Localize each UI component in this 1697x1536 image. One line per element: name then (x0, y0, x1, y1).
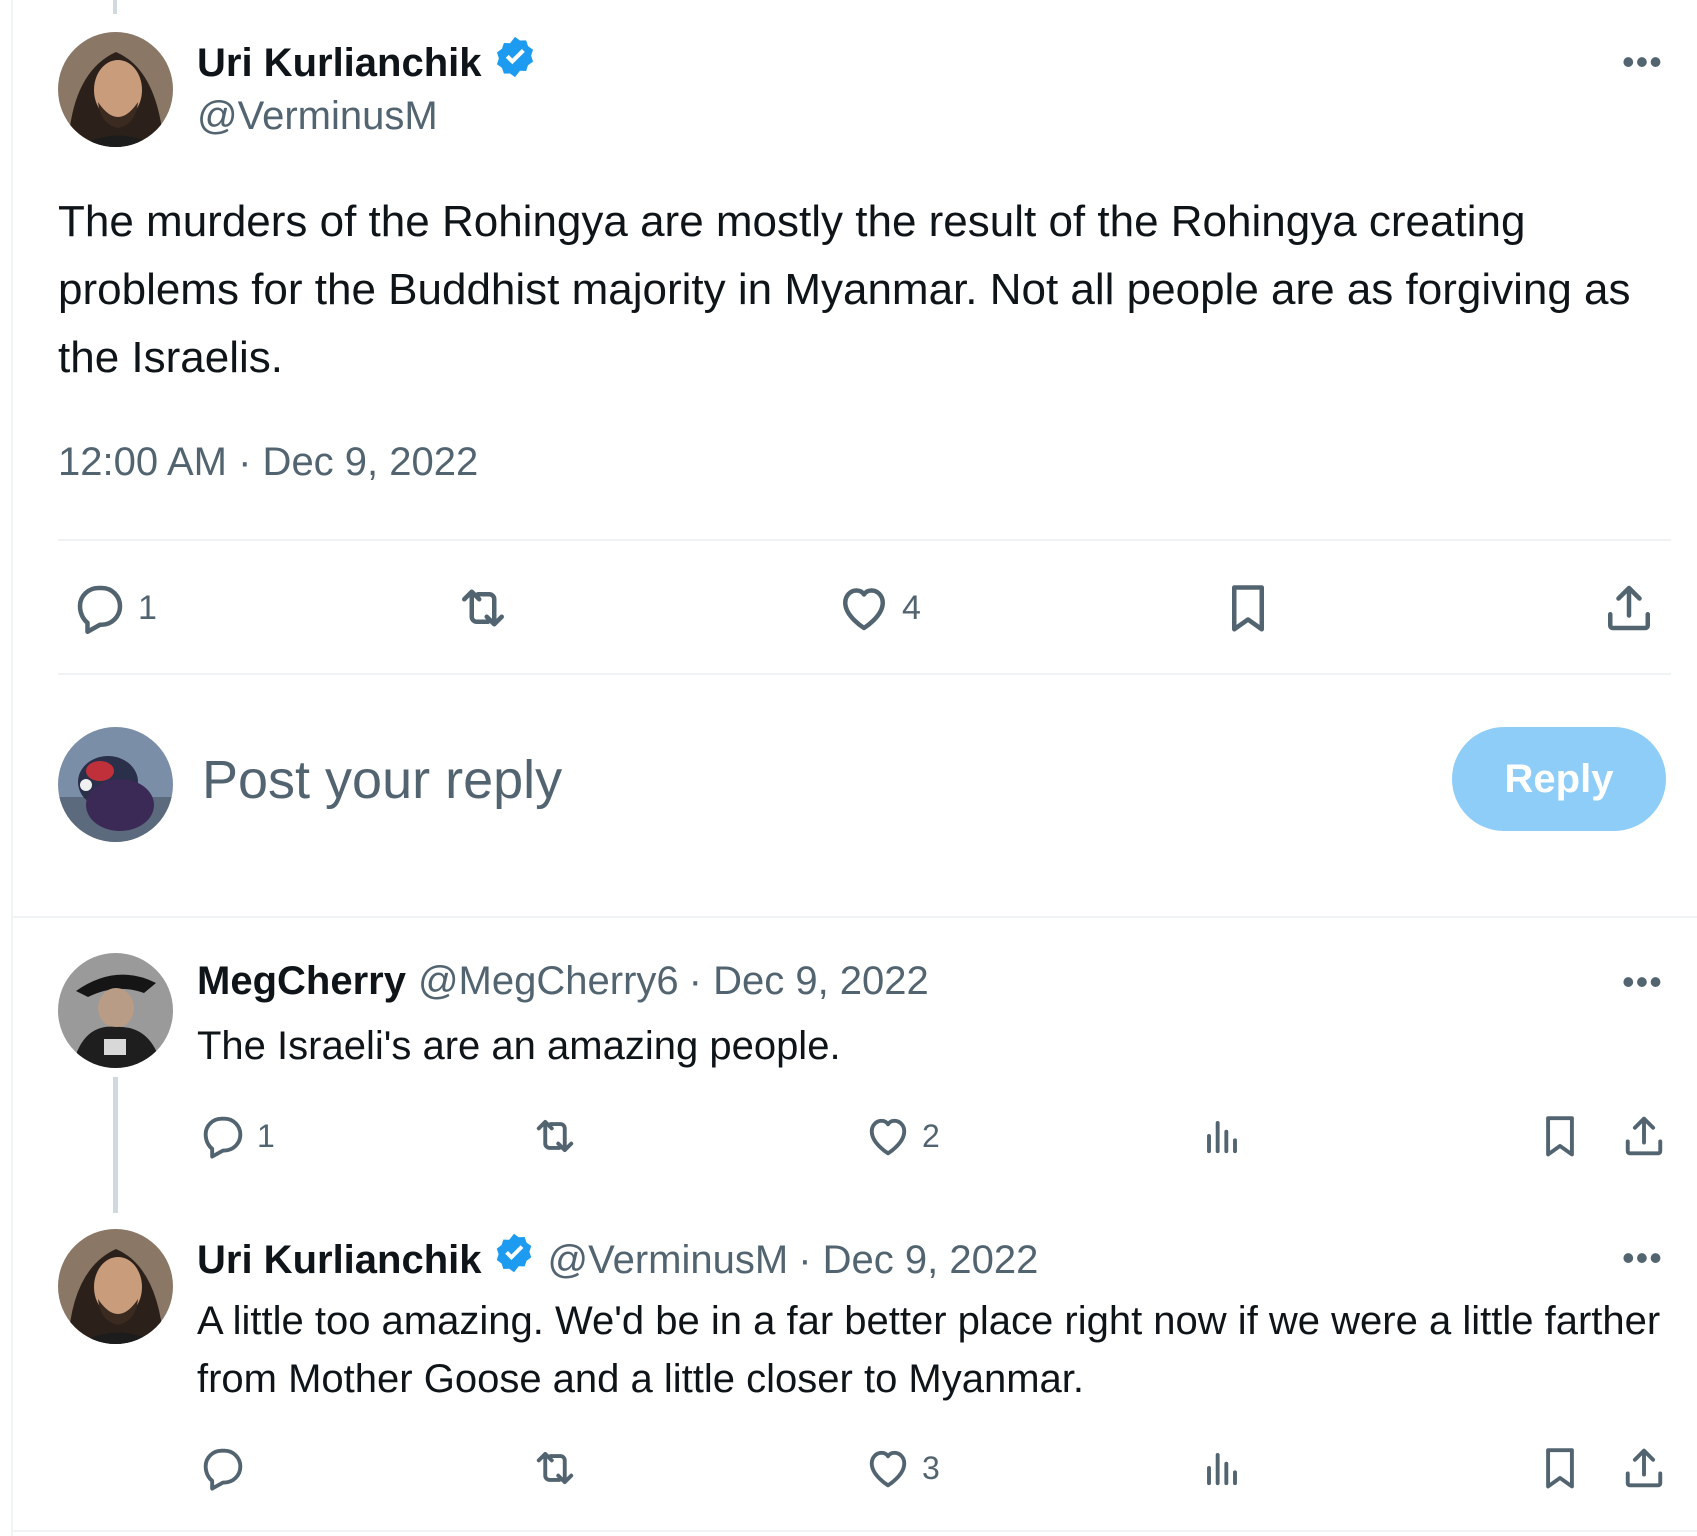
share-action[interactable] (1599, 578, 1659, 638)
bookmark-action[interactable] (1534, 1110, 1586, 1162)
reply-text: A little too amazing. We'd be in a far b… (197, 1299, 1661, 1401)
post-text: The murders of the Rohingya are mostly t… (58, 197, 1631, 382)
bookmark-icon (1218, 578, 1278, 638)
reply-bubble-icon (197, 1442, 249, 1494)
views-bar-chart-icon (1196, 1110, 1248, 1162)
author-name[interactable]: Uri Kurlianchik (197, 39, 482, 87)
share-action[interactable] (1618, 1110, 1670, 1162)
avatar[interactable] (58, 953, 173, 1068)
author-handle[interactable]: @VerminusM (197, 92, 438, 140)
like-count: 3 (922, 1449, 940, 1486)
reply-bubble-icon (70, 578, 130, 638)
repost-action[interactable] (449, 578, 517, 638)
repost-icon (526, 1442, 584, 1494)
avatar[interactable] (58, 32, 173, 147)
reply-action[interactable]: 1 (197, 1110, 275, 1162)
reply-action[interactable] (197, 1442, 257, 1494)
reply-text: The Israeli's are an amazing people. (197, 1024, 841, 1068)
heart-icon (834, 578, 894, 638)
heart-icon (862, 1442, 914, 1494)
divider (58, 539, 1671, 541)
reply-input[interactable]: Post your reply (202, 748, 562, 812)
avatar[interactable] (58, 1229, 173, 1344)
reply-bubble-icon (197, 1110, 249, 1162)
post-timestamp[interactable]: 12:00 AM · Dec 9, 2022 (58, 438, 478, 486)
reply-date[interactable]: · Dec 9, 2022 (689, 955, 929, 1007)
reply-count: 1 (257, 1117, 275, 1154)
verified-badge-icon (492, 34, 538, 91)
like-count: 4 (902, 588, 921, 627)
reply-button[interactable]: Reply (1452, 727, 1666, 831)
reply-header-row: Uri Kurlianchik @VerminusM · Dec 9, 2022 (197, 1231, 1038, 1288)
bookmark-action[interactable] (1534, 1442, 1586, 1494)
author-handle[interactable]: @VerminusM (548, 1234, 789, 1286)
heart-icon (862, 1110, 914, 1162)
views-action[interactable] (1196, 1442, 1248, 1494)
share-upload-icon (1599, 578, 1659, 638)
divider (58, 673, 1671, 675)
author-handle[interactable]: @MegCherry6 (418, 955, 679, 1007)
like-count: 2 (922, 1117, 940, 1154)
repost-icon (449, 578, 517, 638)
like-action[interactable]: 3 (862, 1442, 940, 1494)
share-upload-icon (1618, 1110, 1670, 1162)
reply-header-row: MegCherry @MegCherry6 · Dec 9, 2022 (197, 955, 929, 1007)
like-action[interactable]: 2 (862, 1110, 940, 1162)
bookmark-icon (1534, 1110, 1586, 1162)
share-action[interactable] (1618, 1442, 1670, 1494)
divider (11, 916, 1697, 918)
thread-line-top (113, 0, 117, 14)
avatar[interactable] (58, 727, 173, 842)
reply-action[interactable]: 1 (70, 578, 157, 638)
verified-badge-icon (492, 1231, 536, 1288)
author-name[interactable]: Uri Kurlianchik (197, 1234, 482, 1286)
share-upload-icon (1618, 1442, 1670, 1494)
post-author-row: Uri Kurlianchik (197, 34, 538, 91)
repost-icon (526, 1110, 584, 1162)
like-action[interactable]: 4 (834, 578, 921, 638)
thread-line (113, 1077, 118, 1213)
bookmark-action[interactable] (1218, 578, 1278, 638)
reply-count: 1 (138, 588, 157, 627)
bookmark-icon (1534, 1442, 1586, 1494)
more-dots-icon[interactable]: ••• (1622, 44, 1663, 80)
repost-action[interactable] (526, 1442, 584, 1494)
more-dots-icon[interactable]: ••• (1622, 1240, 1663, 1276)
author-name[interactable]: MegCherry (197, 955, 406, 1007)
views-action[interactable] (1196, 1110, 1248, 1162)
divider (11, 1530, 1697, 1532)
repost-action[interactable] (526, 1110, 584, 1162)
views-bar-chart-icon (1196, 1442, 1248, 1494)
reply-date[interactable]: · Dec 9, 2022 (798, 1234, 1038, 1286)
more-dots-icon[interactable]: ••• (1622, 964, 1663, 1000)
